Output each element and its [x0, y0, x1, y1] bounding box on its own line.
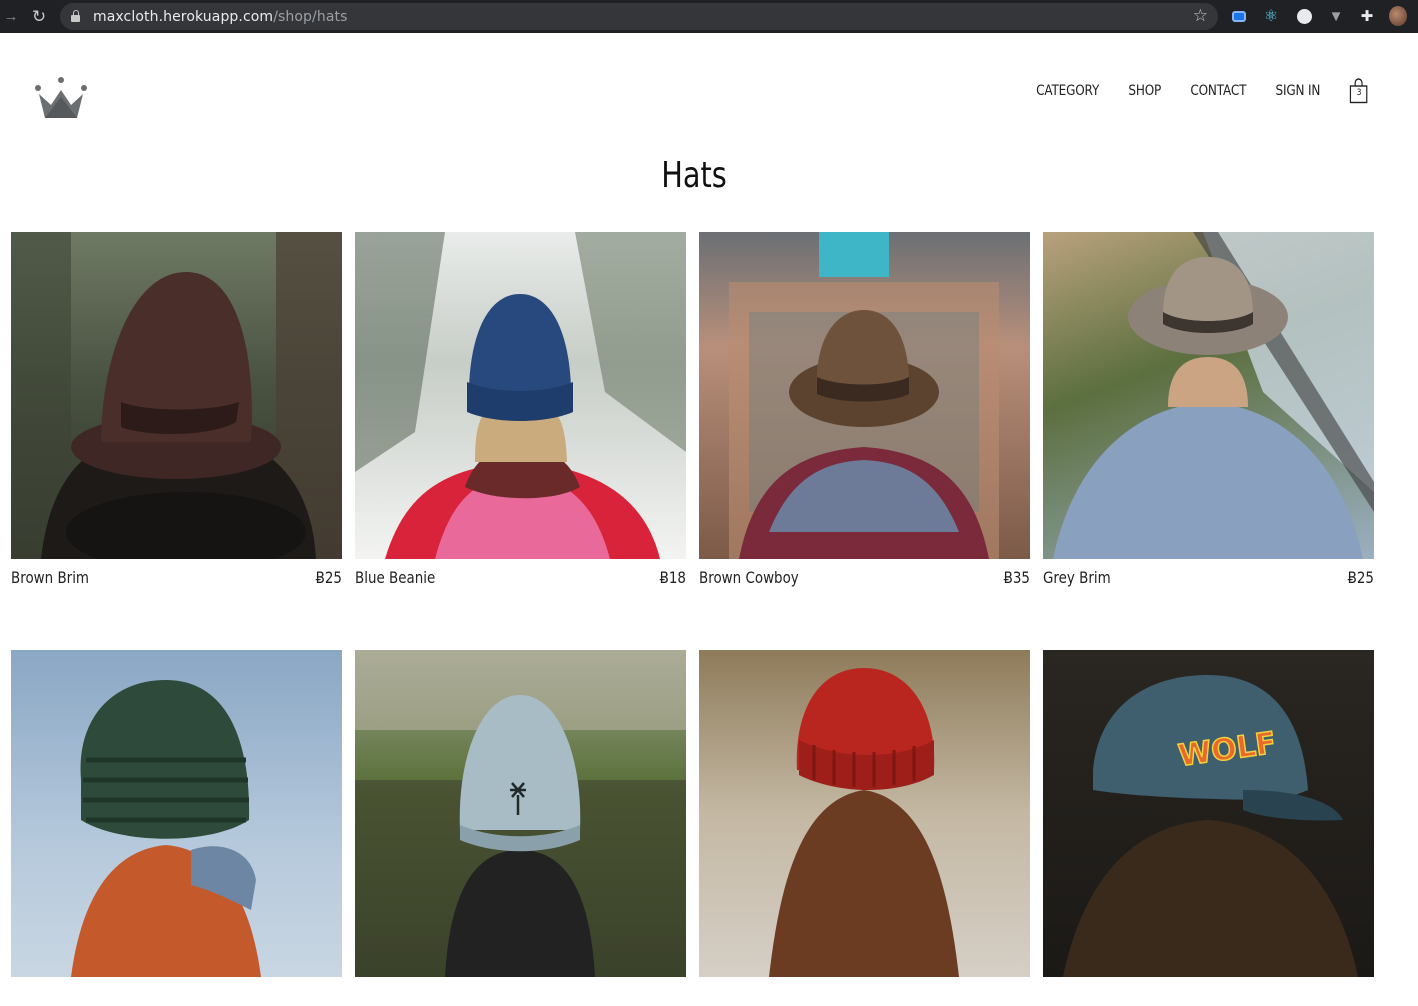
product-footer: Grey Brim Ƀ25 [1043, 568, 1374, 588]
product-card [11, 650, 342, 1006]
product-card: Brown Brim Ƀ25 [11, 232, 342, 588]
product-footer: Blue Beanie Ƀ18 [355, 568, 686, 588]
crown-icon[interactable] [33, 77, 89, 121]
shopping-bag-icon[interactable]: 3 [1349, 78, 1368, 104]
product-card [699, 650, 1030, 1006]
product-name: Grey Brim [1043, 568, 1111, 587]
react-devtools-icon[interactable]: ⚛ [1262, 7, 1280, 25]
back-arrow-icon[interactable]: → [0, 8, 22, 25]
product-image[interactable] [1043, 232, 1374, 559]
product-image[interactable] [699, 232, 1030, 559]
address-bar[interactable]: maxcloth.herokuapp.com/shop/hats ☆ [60, 3, 1218, 30]
browser-toolbar: → ↻ maxcloth.herokuapp.com/shop/hats ☆ ⚛… [0, 0, 1418, 33]
nav-contact[interactable]: CONTACT [1190, 83, 1246, 99]
product-footer: Brown Brim Ƀ25 [11, 568, 342, 588]
lock-icon [71, 10, 80, 22]
vue-devtools-icon[interactable]: ▼ [1327, 7, 1345, 25]
page-title: Hats [661, 155, 727, 196]
screen-capture-icon[interactable] [1230, 7, 1248, 25]
product-image[interactable] [355, 232, 686, 559]
product-footer [699, 986, 1030, 1006]
cart-count: 3 [1356, 88, 1361, 98]
nav-sign-in[interactable]: SIGN IN [1275, 83, 1320, 99]
product-price: Ƀ25 [315, 568, 342, 587]
product-footer [355, 986, 686, 1006]
product-grid: Brown Brim Ƀ25 Blue Beanie Ƀ18 Brown Cow… [11, 232, 1374, 1006]
product-name: Brown Brim [11, 568, 90, 587]
reload-icon[interactable]: ↻ [28, 7, 50, 27]
product-image[interactable] [699, 650, 1030, 977]
url-text: maxcloth.herokuapp.com/shop/hats [93, 9, 347, 25]
nav-category[interactable]: CATEGORY [1036, 83, 1099, 99]
product-name: Brown Cowboy [699, 568, 799, 587]
product-footer [11, 986, 342, 1006]
nav-shop[interactable]: SHOP [1128, 83, 1161, 99]
product-card: Brown Cowboy Ƀ35 [699, 232, 1030, 588]
url-host: maxcloth.herokuapp.com [93, 9, 274, 25]
product-price: Ƀ25 [1347, 568, 1374, 587]
product-footer: Brown Cowboy Ƀ35 [699, 568, 1030, 588]
product-card: Grey Brim Ƀ25 [1043, 232, 1374, 588]
main-nav: CATEGORY SHOP CONTACT SIGN IN 3 [1006, 78, 1368, 104]
profile-avatar[interactable] [1389, 6, 1407, 26]
product-price: Ƀ35 [1003, 568, 1030, 587]
product-image[interactable]: WOLF [1043, 650, 1374, 977]
product-price: Ƀ18 [659, 568, 686, 587]
product-image[interactable] [11, 650, 342, 977]
product-card: WOLF [1043, 650, 1374, 1006]
product-footer [1043, 986, 1374, 1006]
product-image[interactable] [11, 232, 342, 559]
puzzle-icon[interactable]: ✚ [1358, 7, 1376, 25]
bookmark-star-icon[interactable]: ☆ [1193, 6, 1208, 26]
product-image[interactable] [355, 650, 686, 977]
circle-extension-icon[interactable] [1295, 7, 1313, 25]
product-card [355, 650, 686, 1006]
product-card: Blue Beanie Ƀ18 [355, 232, 686, 588]
url-path: /shop/hats [273, 9, 348, 25]
product-name: Blue Beanie [355, 568, 436, 587]
